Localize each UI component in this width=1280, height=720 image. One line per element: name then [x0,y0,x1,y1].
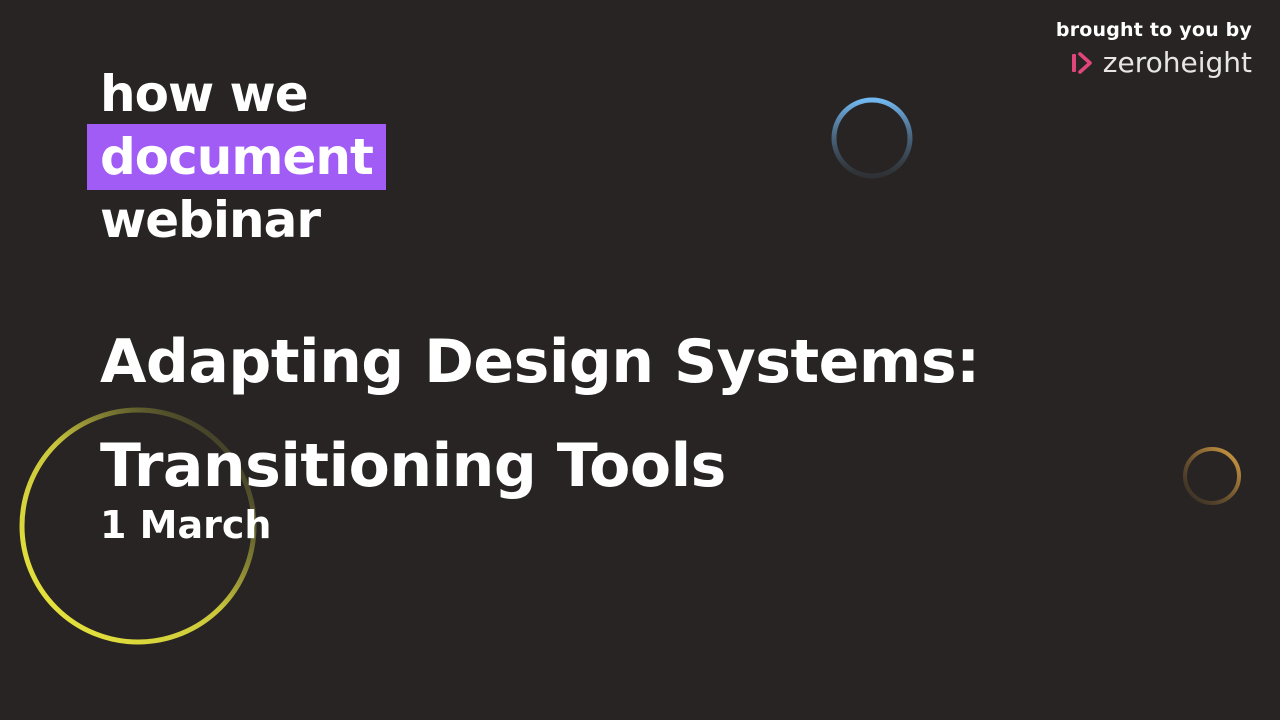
talk-title-line-1: Adapting Design Systems: [100,327,980,397]
zeroheight-logo-icon [1071,52,1092,74]
orange-ring-icon [1183,447,1241,505]
brand-logo: zeroheight [1056,48,1252,78]
brand-block: brought to you by zeroheight [1056,18,1252,78]
series-line-1: how we [100,65,309,123]
talk-title: Adapting Design Systems: Transitioning T… [100,310,980,518]
series-header: how we document webinar [87,64,386,250]
webinar-slide: brought to you by zeroheight how we docu… [0,0,1280,720]
brand-tagline: brought to you by [1055,19,1252,41]
blue-ring-icon [831,97,913,179]
series-line-3: webinar [100,191,321,249]
brand-name: zeroheight [1102,46,1252,79]
series-highlight: document [87,124,386,190]
talk-date: 1 March [100,503,272,547]
